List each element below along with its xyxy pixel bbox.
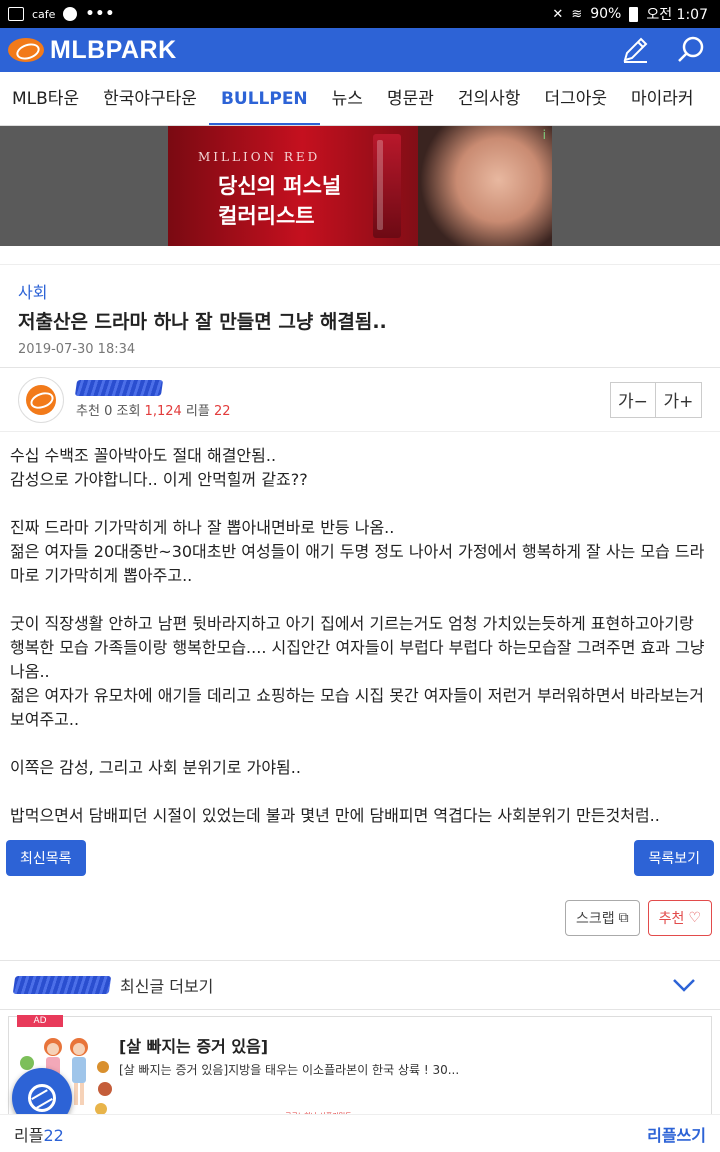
post-stats: 추천 0 조회 1,124 리플 22: [76, 400, 231, 419]
pencil-icon[interactable]: [620, 35, 650, 65]
ad-title: [살 빠지는 증거 있음]: [119, 1037, 269, 1056]
latest-list-button[interactable]: 최신목록: [6, 840, 86, 876]
tab-suggestions[interactable]: 건의사항: [458, 72, 521, 125]
mlbpark-logo-icon: [8, 38, 44, 62]
rec-label: 추천: [76, 404, 100, 419]
latest-posts-bar[interactable]: 최신글 더보기: [0, 960, 720, 1010]
mlbpark-logo-icon: [28, 1084, 56, 1112]
status-bar: cafe ••• ✕ ≋ 90% 오전 1:07: [0, 0, 720, 28]
banner-brand: MILLION RED: [198, 150, 321, 164]
footer-replies-count: 22: [43, 1125, 64, 1145]
app-header: MLBPARK: [0, 28, 720, 72]
body-line: 굿이 직장생활 안하고 남편 뒷바라지하고 아기 집에서 기르는거도 엄청 가치…: [10, 614, 705, 681]
font-larger-button[interactable]: 가+: [656, 381, 702, 418]
clock: 오전 1:07: [646, 7, 708, 23]
page-title: 저출산은 드라마 하나 잘 만들면 그냥 해결됨..: [18, 311, 387, 333]
image-icon: [8, 7, 24, 21]
wifi-icon: ≋: [571, 6, 583, 22]
battery-icon: [629, 6, 639, 22]
tab-korea-baseball[interactable]: 한국야구타운: [103, 72, 197, 125]
footer-replies[interactable]: 리플22: [14, 1122, 64, 1146]
footer-bar: 리플22 리플쓰기: [0, 1114, 720, 1152]
cafe-label: cafe: [32, 7, 56, 21]
body-line: 젊은 여자들 20대중반~30대초반 여성들이 애기 두명 정도 나아서 가정에…: [10, 542, 705, 585]
body-line: 진짜 드라마 기가막히게 하나 잘 뽑아내면바로 반등 나옴..: [10, 518, 395, 537]
mlbpark-logo-icon: [26, 384, 56, 415]
body-line: 젊은 여자가 유모차에 애기들 데리고 쇼핑하는 모습 시집 못간 여자들이 저…: [10, 686, 704, 729]
battery-percent: 90%: [590, 6, 622, 22]
avatar[interactable]: [18, 376, 64, 423]
model-image: [418, 126, 552, 246]
info-icon[interactable]: i: [543, 128, 546, 142]
banner-headline-2: 컬러리스트: [218, 204, 315, 228]
scrap-button[interactable]: 스크랩 ⧉: [565, 900, 640, 936]
scrap-icon: ⧉: [618, 910, 629, 926]
chevron-down-icon[interactable]: [672, 978, 696, 992]
banner-area: MILLION RED 당신의 퍼스널 컬러리스트 i: [0, 126, 720, 246]
replies-count: 22: [213, 404, 231, 419]
navigation-icon: [63, 7, 78, 21]
brand[interactable]: MLBPARK: [8, 36, 177, 65]
views-label: 조회: [116, 404, 141, 419]
tab-hall-of-fame[interactable]: 명문관: [387, 72, 434, 125]
search-icon[interactable]: [676, 35, 706, 65]
view-list-button[interactable]: 목록보기: [634, 840, 714, 876]
redacted-username[interactable]: [74, 380, 164, 396]
tab-my-locker[interactable]: 마이라커: [631, 72, 694, 125]
mute-icon: ✕: [552, 6, 564, 22]
font-smaller-button[interactable]: 가−: [610, 381, 656, 418]
tab-dugout[interactable]: 더그아웃: [544, 72, 607, 125]
author-row: 추천 0 조회 1,124 리플 22 가− 가+: [0, 368, 720, 432]
views-count: 1,124: [144, 404, 182, 419]
heart-icon: ♡: [688, 910, 701, 926]
scrap-label: 스크랩: [576, 911, 615, 927]
brand-name: MLBPARK: [50, 35, 177, 64]
body-line: 밥먹으면서 담배피던 시절이 있었는데 불과 몇년 만에 담배피면 역겹다는 사…: [10, 806, 660, 825]
banner-headline-1: 당신의 퍼스널: [218, 174, 342, 198]
rec-count: 0: [104, 404, 113, 419]
ad-description: [살 빠지는 증거 있음]지방을 태우는 이소플라본이 한국 상륙 ! 30..…: [119, 1063, 460, 1077]
body-line: 이쪽은 감성, 그리고 사회 분위기로 가야됨..: [10, 758, 301, 777]
more-dots: •••: [85, 6, 116, 22]
ad-banner[interactable]: MILLION RED 당신의 퍼스널 컬러리스트 i: [168, 126, 552, 246]
category-label[interactable]: 사회: [18, 279, 702, 303]
article-header: 사회 저출산은 드라마 하나 잘 만들면 그냥 해결됨.. 2019-07-30…: [0, 264, 720, 368]
recommend-button[interactable]: 추천 ♡: [647, 900, 712, 936]
write-reply-button[interactable]: 리플쓰기: [647, 1122, 706, 1146]
redacted-username: [12, 976, 112, 994]
nav-tabs: MLB타운 한국야구타운 BULLPEN 뉴스 명문관 건의사항 더그아웃 마이…: [0, 72, 720, 126]
ad-tag: AD: [17, 1015, 63, 1027]
body-line: 감성으로 가야합니다.. 이게 안먹힐꺼 같죠??: [10, 470, 308, 489]
article-body: 수십 수백조 꼴아박아도 절대 해결안됨.. 감성으로 가야합니다.. 이게 안…: [0, 432, 720, 828]
lipstick-image: [373, 134, 401, 238]
post-date: 2019-07-30 18:34: [18, 342, 136, 357]
recommend-label: 추천: [658, 911, 685, 927]
tab-mlb-town[interactable]: MLB타운: [12, 72, 79, 125]
replies-label: 리플: [185, 404, 210, 419]
latest-more-label: 최신글 더보기: [120, 977, 214, 996]
ad-card[interactable]: AD [살 빠지는 증거 있음] [살 빠지는 증거 있음]지방을 태우는 이소…: [8, 1015, 712, 1128]
tab-bullpen[interactable]: BULLPEN: [208, 72, 320, 125]
tab-news[interactable]: 뉴스: [332, 72, 363, 125]
body-line: 수십 수백조 꼴아박아도 절대 해결안됨..: [10, 446, 277, 465]
footer-replies-label: 리플: [14, 1125, 44, 1145]
